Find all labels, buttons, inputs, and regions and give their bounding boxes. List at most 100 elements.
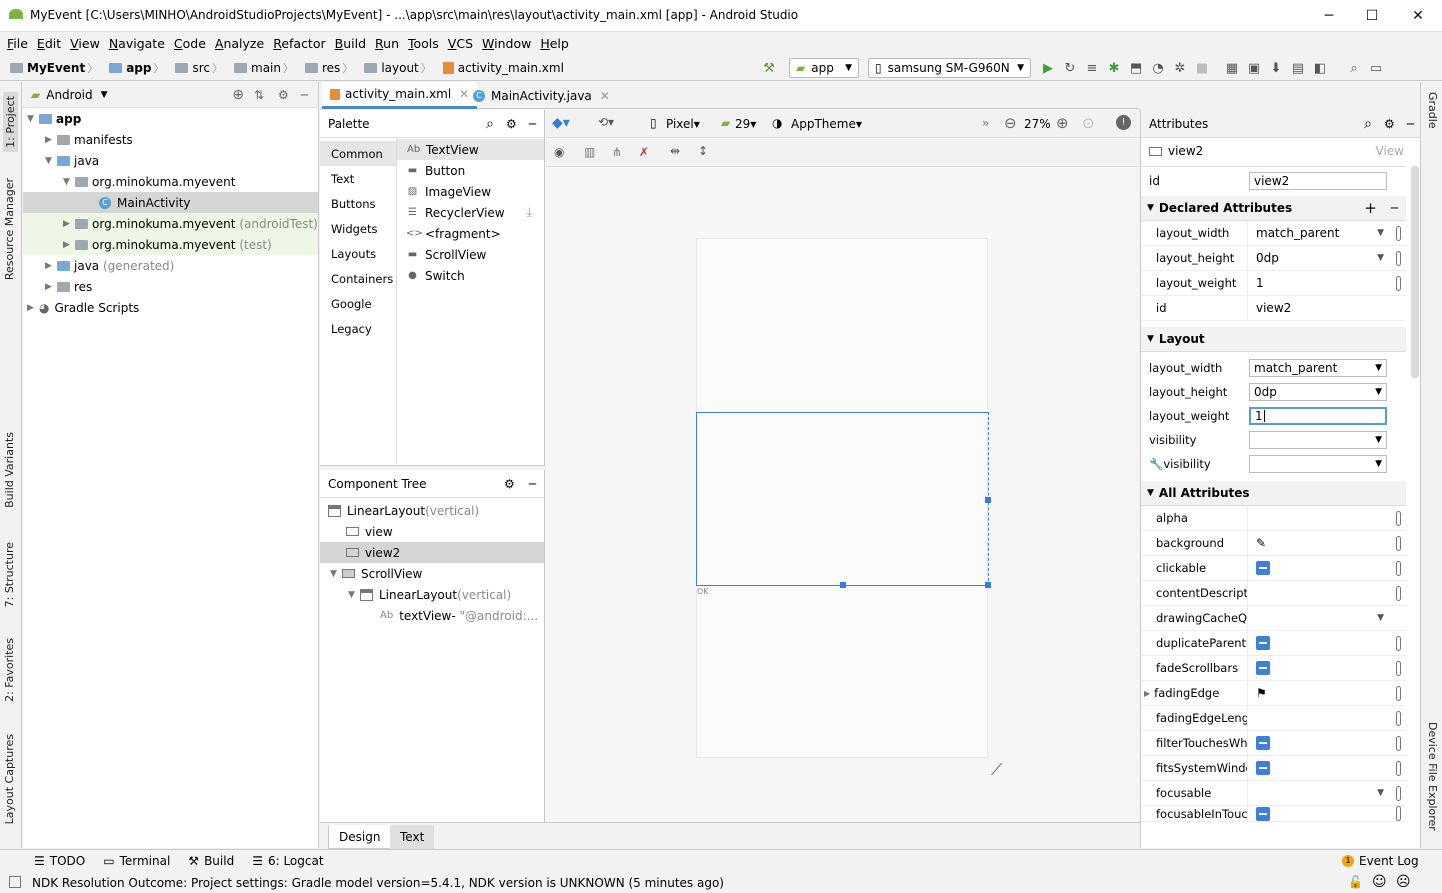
menu-refactor[interactable]: Refactor xyxy=(273,36,325,51)
breadcrumb-myevent[interactable]: MyEvent 〉 xyxy=(10,55,101,81)
attr-filtertoucheswhenobscured[interactable]: filterTouchesWhen xyxy=(1141,731,1406,756)
declared-layout-height[interactable]: layout_height 0dp ▼ xyxy=(1141,246,1406,271)
layout-weight-input[interactable]: 1 xyxy=(1249,407,1387,425)
menu-view[interactable]: View xyxy=(70,36,100,51)
attr-fadingedgelength[interactable]: fadingEdgeLength xyxy=(1141,706,1406,731)
menu-edit[interactable]: Edit xyxy=(37,36,61,51)
search-icon[interactable]: ⌕ xyxy=(1343,57,1365,79)
profile-icon[interactable]: ◔ xyxy=(1147,57,1169,79)
sdk-manager-icon[interactable]: ⬇ xyxy=(1265,57,1287,79)
palette-item-button[interactable]: ▬ Button xyxy=(406,160,465,181)
palette-item-imageview[interactable]: ▨ ImageView xyxy=(406,181,491,202)
view-link[interactable]: View xyxy=(1376,144,1404,158)
palette-category-legacy[interactable]: Legacy xyxy=(320,316,396,341)
tristate-checkbox[interactable] xyxy=(1256,636,1270,650)
project-view-select[interactable]: Android xyxy=(46,88,92,102)
maximize-button[interactable]: ☐ xyxy=(1352,4,1392,28)
attributes-scrollbar[interactable] xyxy=(1411,166,1419,378)
palette-category-text[interactable]: Text xyxy=(320,166,396,191)
attr-clickable[interactable]: clickable xyxy=(1141,556,1406,581)
tab-favorites[interactable]: 2: Favorites xyxy=(3,638,16,702)
tristate-checkbox[interactable] xyxy=(1256,806,1270,821)
resize-grip-icon[interactable]: ⟋ xyxy=(991,760,1002,780)
search-icon[interactable]: ⌕ xyxy=(1364,116,1372,132)
palette-item-switch[interactable]: ● Switch xyxy=(406,265,465,286)
gear-icon[interactable]: ⚙ xyxy=(1384,117,1395,131)
component-view[interactable]: view xyxy=(320,521,544,542)
id-input[interactable]: view2 xyxy=(1249,172,1387,190)
menu-window[interactable]: Window xyxy=(482,36,531,51)
happy-face-icon[interactable]: ☺ xyxy=(1372,874,1387,890)
palette-category-common[interactable]: Common xyxy=(320,141,396,166)
visibility-select[interactable]: ▼ xyxy=(1249,431,1387,449)
tool-todo[interactable]: TODO xyxy=(50,854,85,868)
menu-help[interactable]: Help xyxy=(540,36,569,51)
component-view2[interactable]: view2 xyxy=(320,542,544,563)
tristate-checkbox[interactable] xyxy=(1256,736,1270,750)
project-structure-icon[interactable]: ▤ xyxy=(1287,57,1309,79)
tristate-checkbox[interactable] xyxy=(1256,661,1270,675)
gear-icon[interactable]: ⚙ xyxy=(504,477,515,491)
menu-run[interactable]: Run xyxy=(375,36,399,51)
hide-icon[interactable]: ─ xyxy=(301,88,308,102)
hammer-icon[interactable]: ⚒ xyxy=(758,57,780,79)
layers-icon[interactable]: ◆▾ xyxy=(552,115,570,131)
tree-item-gradle-scripts[interactable]: ▶ ◕ Gradle Scripts xyxy=(27,297,139,318)
tree-item-package-test[interactable]: ▶ org.minokuma.myevent (test) xyxy=(23,234,318,255)
component-textview[interactable]: Ab textView- "@android:... xyxy=(320,605,544,626)
orientation-icon[interactable]: ⟲▾ xyxy=(598,115,614,129)
menu-build[interactable]: Build xyxy=(335,36,366,51)
eyedropper-icon[interactable]: ✎ xyxy=(1256,536,1266,550)
breadcrumb-layout[interactable]: layout 〉 xyxy=(364,55,434,81)
palette-category-buttons[interactable]: Buttons xyxy=(320,191,396,216)
attach-icon[interactable]: ✲ xyxy=(1169,57,1191,79)
hide-icon[interactable]: ─ xyxy=(529,477,536,491)
tristate-checkbox[interactable] xyxy=(1256,761,1270,775)
resize-handle-corner[interactable] xyxy=(985,582,991,588)
attr-duplicateparentstate[interactable]: duplicateParentSt xyxy=(1141,631,1406,656)
tool-build[interactable]: Build xyxy=(204,854,234,868)
locate-icon[interactable]: ⊕ xyxy=(232,87,244,103)
resize-handle-right[interactable] xyxy=(985,497,991,503)
gear-icon[interactable]: ⚙ xyxy=(278,88,289,102)
breadcrumb-main[interactable]: main 〉 xyxy=(234,55,297,81)
tab-project[interactable]: 1: Project xyxy=(3,92,18,152)
attr-focusable[interactable]: focusable ▼ xyxy=(1141,781,1406,806)
attr-drawingcachequality[interactable]: drawingCacheQua▼ xyxy=(1141,606,1406,631)
menu-analyze[interactable]: Analyze xyxy=(215,36,264,51)
sad-face-icon[interactable]: ☹ xyxy=(1396,874,1411,890)
event-log-button[interactable]: Event Log xyxy=(1359,854,1419,868)
download-icon[interactable]: ⤓ xyxy=(527,205,532,220)
palette-item-scrollview[interactable]: ▬ ScrollView xyxy=(406,244,487,265)
close-button[interactable]: ✕ xyxy=(1398,4,1438,28)
tool-terminal[interactable]: Terminal xyxy=(120,854,171,868)
tool-logcat[interactable]: 6: Logcat xyxy=(268,854,324,868)
device-select[interactable]: Pixel ▼ xyxy=(666,117,700,131)
warning-icon[interactable]: ! xyxy=(1116,115,1131,130)
tools-visibility-select[interactable]: ▼ xyxy=(1249,455,1387,473)
menu-navigate[interactable]: Navigate xyxy=(109,36,165,51)
attr-fitssystemwindows[interactable]: fitsSystemWindow xyxy=(1141,756,1406,781)
breadcrumb-app[interactable]: app 〉 xyxy=(109,55,167,81)
menu-code[interactable]: Code xyxy=(174,36,206,51)
apply-changes-icon[interactable]: ↻ xyxy=(1059,57,1081,79)
tree-item-app[interactable]: ▼ app xyxy=(27,108,81,129)
tab-gradle[interactable]: Gradle xyxy=(1426,92,1439,129)
all-attributes-section[interactable]: ▼ All Attributes xyxy=(1141,481,1406,506)
palette-item-recyclerview[interactable]: ☰ RecyclerView ⤓ xyxy=(406,202,532,223)
attr-fadescrollbars[interactable]: fadeScrollbars xyxy=(1141,656,1406,681)
tab-design[interactable]: Design xyxy=(328,825,392,849)
tab-activity-main-xml[interactable]: activity_main.xml ✕ xyxy=(322,82,478,109)
layout-width-select[interactable]: match_parent ▼ xyxy=(1249,359,1387,377)
collapse-icon[interactable]: ⇅ xyxy=(254,88,264,102)
tree-item-java-generated[interactable]: ▶ java (generated) xyxy=(45,255,174,276)
declared-layout-width[interactable]: layout_width match_parent ▼ xyxy=(1141,221,1406,246)
breadcrumb-res[interactable]: res 〉 xyxy=(305,55,356,81)
breadcrumb-file[interactable]: activity_main.xml xyxy=(442,55,564,81)
blueprint-icon[interactable]: ▥ xyxy=(584,145,595,159)
selected-view2[interactable] xyxy=(696,412,991,588)
tab-mainactivity-java[interactable]: C MainActivity.java ✕ xyxy=(465,82,618,109)
tree-item-java[interactable]: ▼ java xyxy=(45,150,99,171)
api-level-select[interactable]: 29 ▼ xyxy=(735,117,756,131)
more-icon[interactable]: » xyxy=(982,116,989,130)
